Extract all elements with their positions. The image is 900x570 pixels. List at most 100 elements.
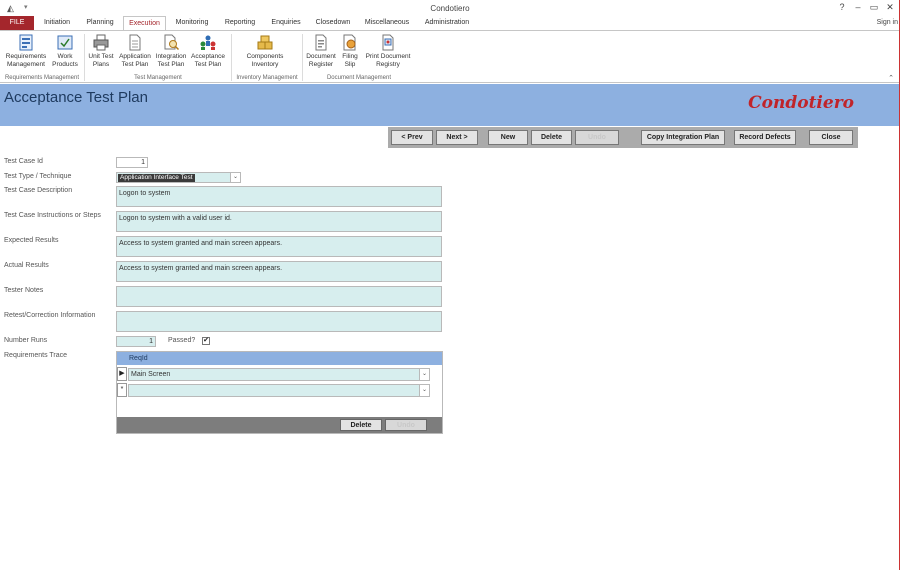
filing-slip-label: Filing Slip xyxy=(342,53,358,68)
group-label-test: Test Management xyxy=(134,75,182,81)
document-icon xyxy=(129,34,141,51)
chevron-down-icon[interactable]: ⌄ xyxy=(230,173,240,182)
tab-miscellaneous[interactable]: Miscellaneous xyxy=(360,16,414,30)
collapse-ribbon-icon[interactable]: ⌃ xyxy=(888,74,894,82)
acceptance-test-plan-button[interactable]: Acceptance Test Plan xyxy=(189,34,227,68)
requirements-management-label: Requirements Management xyxy=(5,53,47,68)
record-toolbar: < Prev Next > New Delete Undo Copy Integ… xyxy=(388,127,858,148)
print-registry-icon xyxy=(382,34,394,51)
new-button[interactable]: New xyxy=(488,130,528,145)
tab-reporting[interactable]: Reporting xyxy=(219,16,261,30)
subform-footer: Delete Undo xyxy=(117,417,442,433)
row-selector[interactable]: ▶ xyxy=(117,367,127,381)
people-icon xyxy=(200,35,216,50)
undo-button[interactable]: Undo xyxy=(575,130,619,145)
reqid-column-header: ReqId xyxy=(129,355,148,362)
application-test-plan-label: Application Test Plan xyxy=(119,53,151,68)
boxes-icon xyxy=(257,35,273,50)
ribbon: Requirements Management Work Products Un… xyxy=(0,30,900,83)
tab-execution[interactable]: Execution xyxy=(123,16,166,30)
brand-logo: Condotiero xyxy=(748,93,854,113)
restore-button[interactable]: ▭ xyxy=(867,2,881,13)
group-label-document: Document Management xyxy=(326,75,392,81)
group-separator xyxy=(84,34,85,81)
new-row-selector[interactable]: * xyxy=(117,383,127,397)
technique-value: Application Interface Test xyxy=(118,174,195,182)
subform-header: ReqId xyxy=(117,352,442,365)
number-runs-label: Number Runs xyxy=(4,337,48,344)
requirements-icon xyxy=(19,34,33,51)
application-test-plan-button[interactable]: Application Test Plan xyxy=(117,34,153,68)
title-bar: ◭ ▾ Condotiero ? – ▭ ✕ xyxy=(0,0,900,16)
actual-results-label: Actual Results xyxy=(4,262,49,269)
integration-test-plan-button[interactable]: Integration Test Plan xyxy=(155,34,187,68)
components-inventory-label: Components Inventory xyxy=(246,53,284,68)
document-register-button[interactable]: Document Register xyxy=(304,34,338,68)
help-button[interactable]: ? xyxy=(835,2,849,12)
passed-checkbox[interactable]: ✔ xyxy=(202,337,210,345)
new-reqid-field[interactable] xyxy=(128,384,430,397)
passed-label: Passed? xyxy=(168,337,196,344)
components-inventory-button[interactable]: Components Inventory xyxy=(244,34,286,68)
acceptance-test-plan-label: Acceptance Test Plan xyxy=(191,53,225,68)
description-field[interactable]: Logon to system xyxy=(116,186,442,207)
test-case-id-label: Test Case Id xyxy=(4,158,43,165)
print-document-registry-label: Print Document Registry xyxy=(365,53,411,68)
technique-combo[interactable]: Application Interface Test ⌄ xyxy=(116,172,241,183)
tester-notes-field[interactable] xyxy=(116,286,442,307)
unit-test-plans-label: Unit Test Plans xyxy=(88,53,114,68)
chevron-down-icon[interactable]: ⌄ xyxy=(419,384,430,397)
filing-slip-icon xyxy=(343,34,356,51)
test-case-id-field[interactable]: 1 xyxy=(116,157,148,168)
tab-closedown[interactable]: Closedown xyxy=(311,16,355,30)
group-label-requirements: Requirements Management xyxy=(4,75,80,81)
actual-results-field[interactable]: Access to system granted and main screen… xyxy=(116,261,442,282)
technique-label: Test Type / Technique xyxy=(4,173,72,180)
tester-notes-label: Tester Notes xyxy=(4,287,44,294)
delete-button[interactable]: Delete xyxy=(531,130,572,145)
copy-integration-plan-button[interactable]: Copy Integration Plan xyxy=(641,130,725,145)
tab-enquiries[interactable]: Enquiries xyxy=(266,16,306,30)
minimize-button[interactable]: – xyxy=(851,2,865,12)
requirements-trace-label: Requirements Trace xyxy=(4,352,68,359)
register-icon xyxy=(315,34,327,51)
instructions-label: Test Case Instructions or Steps xyxy=(4,212,101,219)
tab-administration[interactable]: Administration xyxy=(419,16,475,30)
subform-undo-button[interactable]: Undo xyxy=(385,419,427,431)
instructions-field[interactable]: Logon to system with a valid user id. xyxy=(116,211,442,232)
tab-monitoring[interactable]: Monitoring xyxy=(170,16,214,30)
next-button[interactable]: Next > xyxy=(436,130,478,145)
sign-in-link[interactable]: Sign in xyxy=(877,19,898,26)
expected-results-label: Expected Results xyxy=(4,237,59,244)
print-document-registry-button[interactable]: Print Document Registry xyxy=(362,34,414,68)
document-register-label: Document Register xyxy=(306,53,336,68)
group-separator xyxy=(231,34,232,81)
close-window-button[interactable]: ✕ xyxy=(883,2,897,13)
number-runs-field[interactable]: 1 xyxy=(116,336,156,347)
work-products-button[interactable]: Work Products xyxy=(51,34,79,68)
printer-icon xyxy=(93,34,109,51)
chevron-down-icon[interactable]: ⌄ xyxy=(419,368,430,381)
tab-planning[interactable]: Planning xyxy=(82,16,118,30)
reqid-field[interactable]: Main Screen xyxy=(128,368,430,381)
page-title: Acceptance Test Plan xyxy=(4,89,148,106)
requirements-management-button[interactable]: Requirements Management xyxy=(3,34,49,68)
close-button[interactable]: Close xyxy=(809,130,853,145)
work-products-icon xyxy=(57,35,73,50)
group-label-inventory: Inventory Management xyxy=(236,75,298,81)
window-title: Condotiero xyxy=(430,4,470,13)
prev-button[interactable]: < Prev xyxy=(391,130,433,145)
unit-test-plans-button[interactable]: Unit Test Plans xyxy=(87,34,115,68)
record-defects-button[interactable]: Record Defects xyxy=(734,130,796,145)
requirements-trace-subform: ReqId ▶ Main Screen ⌄ * ⌄ Delete Undo xyxy=(116,351,443,434)
search-document-icon xyxy=(164,34,180,51)
expected-results-field[interactable]: Access to system granted and main screen… xyxy=(116,236,442,257)
form-header: Acceptance Test Plan Condotiero xyxy=(0,84,900,126)
tab-initiation[interactable]: Initiation xyxy=(38,16,76,30)
retest-field[interactable] xyxy=(116,311,442,332)
retest-label: Retest/Correction Information xyxy=(4,312,96,319)
filing-slip-button[interactable]: Filing Slip xyxy=(340,34,360,68)
tab-file[interactable]: FILE xyxy=(0,16,34,30)
group-separator xyxy=(302,34,303,81)
subform-delete-button[interactable]: Delete xyxy=(340,419,382,431)
